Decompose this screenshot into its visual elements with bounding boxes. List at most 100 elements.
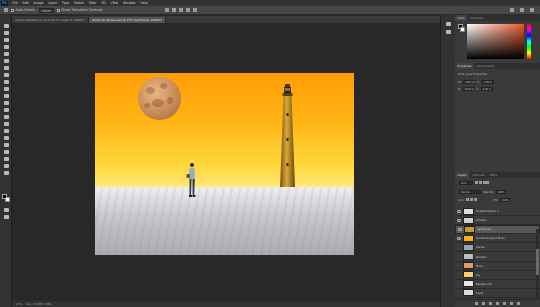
- history-brush-icon[interactable]: [3, 93, 10, 99]
- visibility-eye-icon[interactable]: [457, 218, 461, 222]
- properties-panel-tabs: Properties Adjustments: [455, 63, 540, 69]
- layer-name: person: [476, 245, 486, 250]
- y-field[interactable]: 0.40 in: [480, 87, 493, 91]
- move-tool-icon[interactable]: [3, 23, 10, 29]
- align-left-icon[interactable]: [165, 8, 170, 12]
- layer-row[interactable]: Background: [455, 280, 540, 289]
- layer-style-icon[interactable]: [482, 302, 485, 305]
- align-right-icon[interactable]: [179, 8, 184, 12]
- crop-tool-icon[interactable]: [3, 51, 10, 57]
- eyedropper-tool-icon[interactable]: [3, 65, 10, 71]
- tab-layers[interactable]: Layers: [455, 172, 470, 178]
- zoom-level[interactable]: 17%: [16, 302, 22, 306]
- more-tools-icon[interactable]: [3, 170, 10, 176]
- lock-label: Lock:: [458, 198, 466, 202]
- layer-row[interactable]: person: [455, 243, 540, 253]
- show-transform-option[interactable]: Show Transform Controls: [56, 8, 102, 12]
- layers-scrollbar[interactable]: [536, 229, 539, 297]
- move-tool-icon[interactable]: [4, 8, 8, 12]
- screen-mode-icon[interactable]: [3, 214, 10, 220]
- foreground-background-colors[interactable]: [2, 194, 10, 202]
- gradient-tool-icon[interactable]: [3, 107, 10, 113]
- document-canvas[interactable]: [95, 73, 354, 255]
- dodge-tool-icon[interactable]: [3, 121, 10, 127]
- lock-position-icon[interactable]: [469, 198, 473, 201]
- eraser-tool-icon[interactable]: [3, 100, 10, 106]
- new-group-icon[interactable]: [503, 302, 506, 305]
- clone-stamp-icon[interactable]: [3, 86, 10, 92]
- workspace-icon[interactable]: [520, 8, 524, 12]
- zoom-tool-icon[interactable]: [3, 163, 10, 169]
- filter-type-icon[interactable]: [482, 181, 486, 184]
- shape-tool-icon[interactable]: [3, 149, 10, 155]
- share-icon[interactable]: [530, 8, 534, 12]
- auto-select-dropdown[interactable]: Layer: [38, 7, 54, 13]
- fill-field[interactable]: 100%: [499, 198, 510, 202]
- healing-brush-icon[interactable]: [3, 72, 10, 78]
- auto-select-checkbox[interactable]: [11, 8, 14, 12]
- lasso-tool-icon[interactable]: [3, 37, 10, 43]
- lock-pixels-icon[interactable]: [465, 198, 469, 201]
- distribute-icon[interactable]: [186, 8, 191, 12]
- filter-adjust-icon[interactable]: [478, 181, 482, 184]
- layer-name: shadow: [476, 218, 487, 223]
- width-field[interactable]: 1955 px: [463, 80, 476, 84]
- brush-tool-icon[interactable]: [3, 79, 10, 85]
- opacity-field[interactable]: 100%: [495, 190, 506, 194]
- marquee-tool-icon[interactable]: [3, 30, 10, 36]
- blur-tool-icon[interactable]: [3, 114, 10, 120]
- visibility-eye-icon[interactable]: [458, 228, 462, 232]
- layer-row[interactable]: lighthouse: [455, 225, 540, 235]
- tab-color[interactable]: Color: [455, 15, 468, 21]
- link-layers-icon[interactable]: [475, 302, 478, 305]
- quick-mask-icon[interactable]: [3, 207, 10, 213]
- height-field[interactable]: 3016 px: [462, 87, 475, 91]
- history-icon[interactable]: [445, 21, 452, 27]
- libraries-icon[interactable]: [445, 29, 452, 35]
- right-panels: Color Swatches Properties Adjustments Pi…: [455, 15, 540, 307]
- sky-gradient: [95, 73, 354, 187]
- kind-filter-dropdown[interactable]: Kind: [459, 181, 473, 185]
- layer-row[interactable]: shadow: [455, 253, 540, 262]
- hue-slider[interactable]: [527, 24, 531, 59]
- search-icon[interactable]: [510, 8, 514, 12]
- auto-select-option[interactable]: Auto-Select:: [11, 8, 36, 12]
- visibility-eye-icon[interactable]: [457, 209, 461, 213]
- x-field[interactable]: 4.06 in: [481, 80, 494, 84]
- layer-row[interactable]: Snow: [455, 289, 540, 298]
- layer-name: Background: [476, 281, 493, 286]
- new-layer-icon[interactable]: [510, 302, 513, 305]
- quick-select-tool-icon[interactable]: [3, 44, 10, 50]
- pen-tool-icon[interactable]: [3, 128, 10, 134]
- layer-row[interactable]: Gradient layout Moon: [455, 234, 540, 244]
- tab-swatches[interactable]: Swatches: [467, 15, 485, 21]
- tab-properties[interactable]: Properties: [455, 63, 475, 69]
- lock-all-icon[interactable]: [473, 198, 477, 201]
- more-options-icon[interactable]: [193, 8, 198, 12]
- layers-footer: [455, 299, 540, 307]
- background-swatch[interactable]: [460, 27, 465, 32]
- align-center-icon[interactable]: [172, 8, 177, 12]
- filter-pixel-icon[interactable]: [474, 181, 478, 184]
- path-select-icon[interactable]: [3, 142, 10, 148]
- frame-tool-icon[interactable]: [3, 58, 10, 64]
- blend-mode-dropdown[interactable]: Normal: [459, 190, 481, 194]
- layer-row[interactable]: Moon: [455, 262, 540, 271]
- trash-icon[interactable]: [517, 302, 520, 305]
- type-tool-icon[interactable]: [3, 135, 10, 141]
- add-mask-icon[interactable]: [489, 302, 492, 305]
- tab-adjustments[interactable]: Adjustments: [474, 63, 497, 69]
- tab-channels[interactable]: Channels: [469, 172, 487, 178]
- hand-tool-icon[interactable]: [3, 156, 10, 162]
- visibility-eye-icon[interactable]: [457, 236, 461, 240]
- layer-thumbnail: [463, 253, 474, 260]
- filter-shape-icon[interactable]: [486, 181, 490, 184]
- layer-row[interactable]: Hue/Saturation 1: [455, 207, 540, 216]
- auto-select-label: Auto-Select:: [15, 8, 36, 12]
- tab-paths[interactable]: Paths: [487, 172, 500, 178]
- adjustment-layer-icon[interactable]: [496, 302, 499, 305]
- color-picker-field[interactable]: [467, 24, 524, 59]
- show-transform-checkbox[interactable]: [56, 8, 60, 12]
- layer-row[interactable]: sky: [455, 271, 540, 280]
- layer-row[interactable]: shadow: [455, 216, 540, 226]
